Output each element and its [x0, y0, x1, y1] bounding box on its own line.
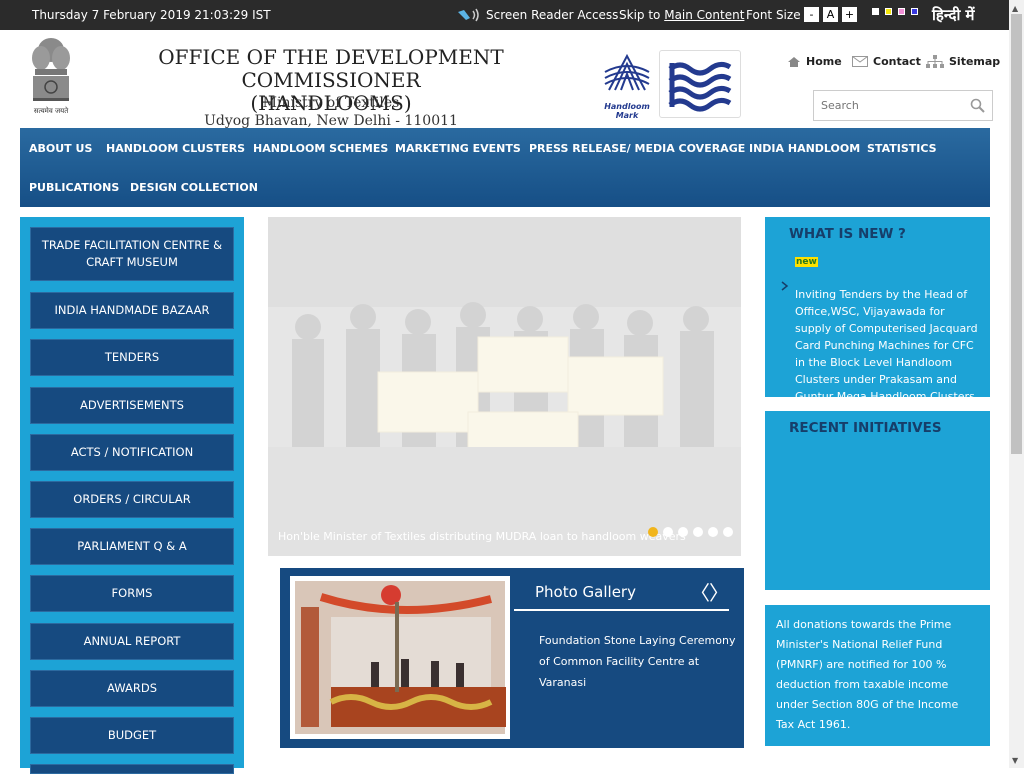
screen-reader-link[interactable]: Screen Reader Access: [456, 8, 618, 22]
sidebar-item-advertisements[interactable]: ADVERTISEMENTS: [30, 387, 234, 424]
home-icon: [788, 56, 800, 67]
speaker-icon: [458, 8, 479, 22]
skip-to-main[interactable]: Skip to Main Content: [619, 8, 744, 22]
gallery-next-button[interactable]: 〉: [709, 583, 729, 603]
slide-dot-6[interactable]: [723, 527, 733, 537]
main-navigation: ABOUT US HANDLOOM CLUSTERS HANDLOOM SCHE…: [20, 128, 990, 207]
scroll-up-icon[interactable]: ▲: [1012, 4, 1018, 13]
sitemap-label: Sitemap: [949, 55, 1001, 68]
gallery-description: Foundation Stone Laying Ceremony of Comm…: [539, 634, 736, 689]
sidebar-item-acts-notification[interactable]: ACTS / NOTIFICATION: [30, 434, 234, 471]
wave-logo-icon: [665, 56, 735, 112]
donation-notice: All donations towards the Prime Minister…: [765, 605, 990, 746]
slide-dot-3[interactable]: [678, 527, 688, 537]
emblem-motto: सत्यमेव जयते: [33, 107, 69, 115]
sidebar-item-awards[interactable]: AWARDS: [30, 670, 234, 707]
language-toggle[interactable]: हिन्दी में: [932, 5, 975, 25]
gallery-prev-button[interactable]: 〈: [690, 583, 710, 603]
whats-new-heading: WHAT IS NEW ?: [789, 226, 906, 242]
contact-link[interactable]: Contact: [852, 55, 921, 68]
gallery-image: [295, 581, 506, 734]
page-scrollbar[interactable]: ▲ ▼: [1009, 0, 1024, 768]
dc-handlooms-logo: [659, 50, 741, 118]
ashoka-emblem-icon: [32, 38, 70, 101]
home-label: Home: [806, 55, 842, 68]
gallery-title: Photo Gallery: [535, 583, 636, 601]
font-increase-button[interactable]: +: [842, 7, 857, 22]
ministry-name: Ministry of Textiles: [262, 95, 400, 111]
mail-icon: [852, 56, 868, 67]
slide-dot-2[interactable]: [663, 527, 673, 537]
scrollbar-thumb[interactable]: [1011, 14, 1022, 454]
font-decrease-button[interactable]: -: [804, 7, 819, 22]
scroll-down-icon[interactable]: ▼: [1012, 756, 1018, 765]
font-size-label: Font Size: [746, 8, 801, 22]
sidebar-item-tenders[interactable]: TENDERS: [30, 339, 234, 376]
handloom-mark-label: Handloom Mark: [604, 102, 650, 120]
nav-design-collection[interactable]: DESIGN COLLECTION: [130, 181, 258, 194]
gallery-divider: [514, 609, 729, 611]
sidebar-item-orders-circular[interactable]: ORDERS / CIRCULAR: [30, 481, 234, 518]
sidebar: TRADE FACILITATION CENTRE & CRAFT MUSEUM…: [20, 217, 244, 774]
handloom-mark-logo: Handloom Mark: [597, 50, 657, 120]
news-item[interactable]: Inviting Tenders by the Head of Office,W…: [795, 286, 980, 397]
screen-reader-label: Screen Reader Access: [486, 8, 619, 22]
slide-caption: Hon'ble Minister of Textiles distributin…: [278, 530, 686, 543]
sidebar-item-annual-report[interactable]: ANNUAL REPORT: [30, 623, 234, 660]
skip-label: Skip to: [619, 8, 661, 22]
photo-gallery: Photo Gallery 〈 〉 Foundation Stone Layin…: [280, 568, 744, 748]
contact-label: Contact: [873, 55, 921, 68]
sidebar-item-parliament-qa[interactable]: PARLIAMENT Q & A: [30, 528, 234, 565]
sidebar-item-trade-facilitation[interactable]: TRADE FACILITATION CENTRE & CRAFT MUSEUM: [30, 227, 234, 281]
recent-initiatives-heading: RECENT INITIATIVES: [789, 420, 942, 436]
nav-publications[interactable]: PUBLICATIONS: [29, 181, 119, 194]
search-input[interactable]: [814, 91, 964, 120]
previous-news-clipped: [795, 245, 980, 252]
national-emblem: सत्यमेव जयते: [27, 36, 75, 116]
image-slider[interactable]: Hon'ble Minister of Textiles distributin…: [268, 217, 741, 556]
whats-new-panel: WHAT IS NEW ? new Inviting Tenders by th…: [765, 217, 990, 397]
theme-yellow-swatch[interactable]: [885, 8, 892, 15]
nav-press-release[interactable]: PRESS RELEASE/ MEDIA COVERAGE: [529, 142, 745, 155]
top-bar: Thursday 7 February 2019 21:03:29 IST Sc…: [0, 0, 1009, 30]
gallery-photo[interactable]: [290, 576, 510, 739]
org-subtitle: Ministry of Textiles Udyog Bhavan, New D…: [92, 94, 570, 130]
nav-handloom-schemes[interactable]: HANDLOOM SCHEMES: [253, 142, 388, 155]
sidebar-item-next[interactable]: [30, 764, 234, 774]
theme-blue-swatch[interactable]: [911, 8, 918, 15]
date-time: Thursday 7 February 2019 21:03:29 IST: [32, 8, 271, 22]
nav-about-us[interactable]: ABOUT US: [29, 142, 92, 155]
nav-statistics[interactable]: STATISTICS: [867, 142, 937, 155]
sidebar-item-india-handmade-bazaar[interactable]: INDIA HANDMADE BAZAAR: [30, 292, 234, 329]
sidebar-item-forms[interactable]: FORMS: [30, 575, 234, 612]
slide-dot-4[interactable]: [693, 527, 703, 537]
nav-marketing-events[interactable]: MARKETING EVENTS: [395, 142, 521, 155]
org-name-line1: OFFICE OF THE DEVELOPMENT COMMISSIONER: [158, 45, 504, 92]
new-badge: new: [795, 257, 818, 267]
chevron-right-icon: [781, 281, 789, 291]
sitemap-icon: [926, 55, 944, 68]
home-link[interactable]: Home: [787, 55, 842, 68]
sitemap-link[interactable]: Sitemap: [926, 55, 1000, 68]
nav-india-handloom[interactable]: INDIA HANDLOOM: [749, 142, 860, 155]
search-box: [813, 90, 993, 121]
sidebar-item-budget[interactable]: BUDGET: [30, 717, 234, 754]
handloom-mark-icon: [604, 53, 650, 91]
theme-white-swatch[interactable]: [872, 8, 879, 15]
font-normal-button[interactable]: A: [823, 7, 838, 22]
slide-dot-1[interactable]: [648, 527, 658, 537]
recent-initiatives-panel: RECENT INITIATIVES: [765, 411, 990, 590]
main-content-link[interactable]: Main Content: [664, 8, 744, 22]
slide-dot-5[interactable]: [708, 527, 718, 537]
slide-overlay: [268, 217, 741, 556]
search-icon[interactable]: [970, 98, 985, 113]
theme-pink-swatch[interactable]: [898, 8, 905, 15]
nav-handloom-clusters[interactable]: HANDLOOM CLUSTERS: [106, 142, 245, 155]
